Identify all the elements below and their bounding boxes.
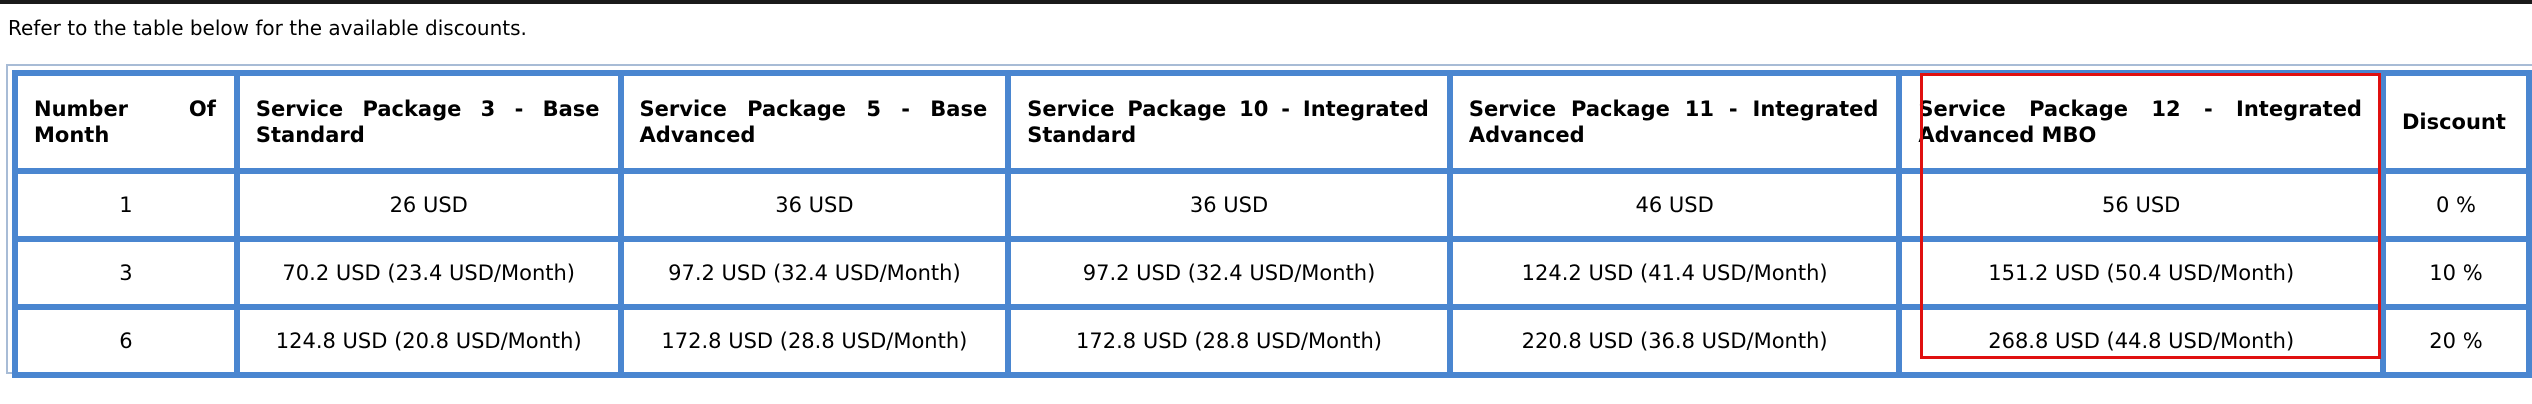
- cell-package-11-price: 46 USD: [1452, 174, 1897, 236]
- cell-package-12-price: 268.8 USD (44.8 USD/Month): [1902, 310, 2380, 372]
- cell-package-10-price: 97.2 USD (32.4 USD/Month): [1011, 242, 1447, 304]
- discount-table: Number Of Month Service Package 3 - Base…: [12, 70, 2532, 378]
- header-service-package-12: Service Package 12 - Integrated Advanced…: [1902, 76, 2380, 168]
- cell-package-3-price: 26 USD: [239, 174, 618, 236]
- cell-months: 3: [18, 242, 234, 304]
- table-row: 6 124.8 USD (20.8 USD/Month) 172.8 USD (…: [18, 310, 2526, 372]
- header-service-package-10: Service Package 10 - Integrated Standard: [1011, 76, 1447, 168]
- header-service-package-5: Service Package 5 - Base Advanced: [623, 76, 1006, 168]
- cell-discount: 10 %: [2385, 242, 2526, 304]
- cell-package-3-price: 124.8 USD (20.8 USD/Month): [239, 310, 618, 372]
- cell-package-12-price: 151.2 USD (50.4 USD/Month): [1902, 242, 2380, 304]
- cell-package-5-price: 97.2 USD (32.4 USD/Month): [623, 242, 1006, 304]
- cell-package-11-price: 220.8 USD (36.8 USD/Month): [1452, 310, 1897, 372]
- top-border: [0, 0, 2532, 4]
- header-service-package-11: Service Package 11 - Integrated Advanced: [1452, 76, 1897, 168]
- cell-package-10-price: 36 USD: [1011, 174, 1447, 236]
- cell-package-3-price: 70.2 USD (23.4 USD/Month): [239, 242, 618, 304]
- header-row: Number Of Month Service Package 3 - Base…: [18, 76, 2526, 168]
- cell-package-10-price: 172.8 USD (28.8 USD/Month): [1011, 310, 1447, 372]
- table-row: 3 70.2 USD (23.4 USD/Month) 97.2 USD (32…: [18, 242, 2526, 304]
- header-discount: Discount: [2385, 76, 2526, 168]
- header-number-of-month: Number Of Month: [18, 76, 234, 168]
- cell-package-5-price: 36 USD: [623, 174, 1006, 236]
- table-row: 1 26 USD 36 USD 36 USD 46 USD 56 USD 0 %: [18, 174, 2526, 236]
- cell-package-5-price: 172.8 USD (28.8 USD/Month): [623, 310, 1006, 372]
- intro-text: Refer to the table below for the availab…: [8, 16, 527, 40]
- cell-discount: 0 %: [2385, 174, 2526, 236]
- cell-discount: 20 %: [2385, 310, 2526, 372]
- cell-package-12-price: 56 USD: [1902, 174, 2380, 236]
- cell-months: 6: [18, 310, 234, 372]
- header-service-package-3: Service Package 3 - Base Standard: [239, 76, 618, 168]
- cell-months: 1: [18, 174, 234, 236]
- cell-package-11-price: 124.2 USD (41.4 USD/Month): [1452, 242, 1897, 304]
